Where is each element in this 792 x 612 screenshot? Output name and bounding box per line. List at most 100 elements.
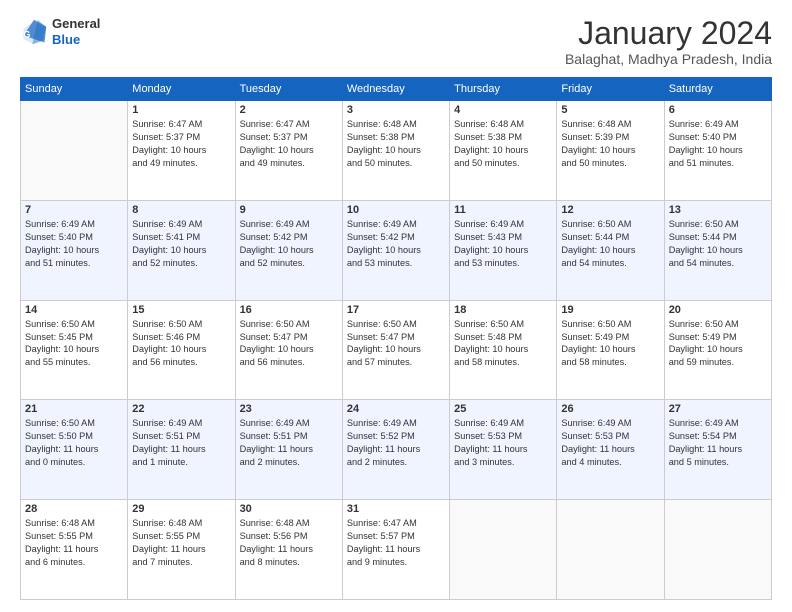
day-info: Sunrise: 6:47 AM Sunset: 5:57 PM Dayligh… <box>347 517 445 569</box>
weekday-header: Sunday <box>21 78 128 101</box>
day-number: 6 <box>669 104 767 116</box>
day-info: Sunrise: 6:48 AM Sunset: 5:38 PM Dayligh… <box>347 118 445 170</box>
calendar-week-row: 21Sunrise: 6:50 AM Sunset: 5:50 PM Dayli… <box>21 400 772 500</box>
calendar-cell: 12Sunrise: 6:50 AM Sunset: 5:44 PM Dayli… <box>557 200 664 300</box>
title-section: January 2024 Balaghat, Madhya Pradesh, I… <box>565 16 772 67</box>
weekday-header: Friday <box>557 78 664 101</box>
day-info: Sunrise: 6:50 AM Sunset: 5:47 PM Dayligh… <box>240 318 338 370</box>
day-info: Sunrise: 6:50 AM Sunset: 5:50 PM Dayligh… <box>25 417 123 469</box>
day-number: 22 <box>132 403 230 415</box>
day-number: 11 <box>454 204 552 216</box>
calendar-cell: 10 Sunrise: 6:49 AM Sunset: 5:42 PM Dayli… <box>342 200 449 300</box>
day-info: Sunrise: 6:50 AM Sunset: 5:45 PM Dayligh… <box>25 318 123 370</box>
calendar-cell: 22 Sunrise: 6:49 AM Sunset: 5:51 PM Dayli… <box>128 400 235 500</box>
day-info: Sunrise: 6:50 AM Sunset: 5:44 PM Dayligh… <box>669 218 767 270</box>
day-number: 27 <box>669 403 767 415</box>
day-number: 30 <box>240 503 338 515</box>
calendar-week-row: 7Sunrise: 6:49 AM Sunset: 5:40 PM Daylig… <box>21 200 772 300</box>
calendar-cell: 21Sunrise: 6:50 AM Sunset: 5:50 PM Dayli… <box>21 400 128 500</box>
weekday-header: Tuesday <box>235 78 342 101</box>
day-number: 16 <box>240 304 338 316</box>
day-number: 5 <box>561 104 659 116</box>
calendar-cell <box>450 500 557 600</box>
calendar-cell: 6Sunrise: 6:49 AM Sunset: 5:40 PM Daylig… <box>664 101 771 201</box>
day-info: Sunrise: 6:50 AM Sunset: 5:47 PM Dayligh… <box>347 318 445 370</box>
calendar-cell: 17 Sunrise: 6:50 AM Sunset: 5:47 PM Dayli… <box>342 300 449 400</box>
day-number: 29 <box>132 503 230 515</box>
calendar-cell: 27 Sunrise: 6:49 AM Sunset: 5:54 PM Dayli… <box>664 400 771 500</box>
day-number: 15 <box>132 304 230 316</box>
calendar-cell: 28 Sunrise: 6:48 AM Sunset: 5:55 PM Dayli… <box>21 500 128 600</box>
day-number: 23 <box>240 403 338 415</box>
day-number: 9 <box>240 204 338 216</box>
calendar-cell <box>21 101 128 201</box>
day-info: Sunrise: 6:48 AM Sunset: 5:56 PM Dayligh… <box>240 517 338 569</box>
day-number: 28 <box>25 503 123 515</box>
day-number: 31 <box>347 503 445 515</box>
calendar-cell: 16 Sunrise: 6:50 AM Sunset: 5:47 PM Dayli… <box>235 300 342 400</box>
page: G General Blue January 2024 Balaghat, Ma… <box>0 0 792 612</box>
day-number: 4 <box>454 104 552 116</box>
calendar-cell: 7Sunrise: 6:49 AM Sunset: 5:40 PM Daylig… <box>21 200 128 300</box>
weekday-header-row: SundayMondayTuesdayWednesdayThursdayFrid… <box>21 78 772 101</box>
day-number: 10 <box>347 204 445 216</box>
day-info: Sunrise: 6:49 AM Sunset: 5:54 PM Dayligh… <box>669 417 767 469</box>
day-info: Sunrise: 6:49 AM Sunset: 5:51 PM Dayligh… <box>240 417 338 469</box>
day-number: 13 <box>669 204 767 216</box>
day-info: Sunrise: 6:49 AM Sunset: 5:42 PM Dayligh… <box>347 218 445 270</box>
day-info: Sunrise: 6:48 AM Sunset: 5:55 PM Dayligh… <box>25 517 123 569</box>
logo-text: General Blue <box>52 16 100 47</box>
calendar-cell: 9 Sunrise: 6:49 AM Sunset: 5:42 PM Daylig… <box>235 200 342 300</box>
calendar-week-row: 28 Sunrise: 6:48 AM Sunset: 5:55 PM Dayli… <box>21 500 772 600</box>
day-info: Sunrise: 6:50 AM Sunset: 5:46 PM Dayligh… <box>132 318 230 370</box>
location: Balaghat, Madhya Pradesh, India <box>565 51 772 67</box>
day-number: 14 <box>25 304 123 316</box>
calendar-cell: 8 Sunrise: 6:49 AM Sunset: 5:41 PM Daylig… <box>128 200 235 300</box>
day-info: Sunrise: 6:50 AM Sunset: 5:48 PM Dayligh… <box>454 318 552 370</box>
calendar-cell: 29 Sunrise: 6:48 AM Sunset: 5:55 PM Dayli… <box>128 500 235 600</box>
day-number: 1 <box>132 104 230 116</box>
day-info: Sunrise: 6:50 AM Sunset: 5:49 PM Dayligh… <box>669 318 767 370</box>
weekday-header: Wednesday <box>342 78 449 101</box>
calendar-week-row: 14 Sunrise: 6:50 AM Sunset: 5:45 PM Dayli… <box>21 300 772 400</box>
day-number: 19 <box>561 304 659 316</box>
logo-line1: General <box>52 16 100 32</box>
day-number: 2 <box>240 104 338 116</box>
day-number: 17 <box>347 304 445 316</box>
weekday-header: Saturday <box>664 78 771 101</box>
calendar-cell: 4 Sunrise: 6:48 AM Sunset: 5:38 PM Daylig… <box>450 101 557 201</box>
svg-text:G: G <box>24 29 31 39</box>
calendar-cell: 25Sunrise: 6:49 AM Sunset: 5:53 PM Dayli… <box>450 400 557 500</box>
day-number: 8 <box>132 204 230 216</box>
day-info: Sunrise: 6:49 AM Sunset: 5:42 PM Dayligh… <box>240 218 338 270</box>
day-info: Sunrise: 6:49 AM Sunset: 5:41 PM Dayligh… <box>132 218 230 270</box>
calendar-cell <box>664 500 771 600</box>
calendar-cell: 11Sunrise: 6:49 AM Sunset: 5:43 PM Dayli… <box>450 200 557 300</box>
day-info: Sunrise: 6:50 AM Sunset: 5:49 PM Dayligh… <box>561 318 659 370</box>
calendar-cell: 23 Sunrise: 6:49 AM Sunset: 5:51 PM Dayli… <box>235 400 342 500</box>
day-info: Sunrise: 6:48 AM Sunset: 5:38 PM Dayligh… <box>454 118 552 170</box>
weekday-header: Monday <box>128 78 235 101</box>
calendar-cell: 30 Sunrise: 6:48 AM Sunset: 5:56 PM Dayli… <box>235 500 342 600</box>
calendar-cell: 13 Sunrise: 6:50 AM Sunset: 5:44 PM Dayli… <box>664 200 771 300</box>
day-number: 7 <box>25 204 123 216</box>
calendar-cell: 15 Sunrise: 6:50 AM Sunset: 5:46 PM Dayli… <box>128 300 235 400</box>
day-number: 3 <box>347 104 445 116</box>
day-info: Sunrise: 6:50 AM Sunset: 5:44 PM Dayligh… <box>561 218 659 270</box>
calendar-cell: 3 Sunrise: 6:48 AM Sunset: 5:38 PM Daylig… <box>342 101 449 201</box>
logo-icon: G <box>20 18 48 46</box>
month-title: January 2024 <box>565 16 772 51</box>
calendar-cell: 26Sunrise: 6:49 AM Sunset: 5:53 PM Dayli… <box>557 400 664 500</box>
day-info: Sunrise: 6:49 AM Sunset: 5:51 PM Dayligh… <box>132 417 230 469</box>
calendar-cell: 1Sunrise: 6:47 AM Sunset: 5:37 PM Daylig… <box>128 101 235 201</box>
day-number: 20 <box>669 304 767 316</box>
calendar-cell: 18Sunrise: 6:50 AM Sunset: 5:48 PM Dayli… <box>450 300 557 400</box>
day-info: Sunrise: 6:47 AM Sunset: 5:37 PM Dayligh… <box>240 118 338 170</box>
calendar-cell: 14 Sunrise: 6:50 AM Sunset: 5:45 PM Dayli… <box>21 300 128 400</box>
calendar-table: SundayMondayTuesdayWednesdayThursdayFrid… <box>20 77 772 600</box>
calendar-cell <box>557 500 664 600</box>
calendar-cell: 31 Sunrise: 6:47 AM Sunset: 5:57 PM Dayli… <box>342 500 449 600</box>
weekday-header: Thursday <box>450 78 557 101</box>
day-info: Sunrise: 6:48 AM Sunset: 5:55 PM Dayligh… <box>132 517 230 569</box>
day-info: Sunrise: 6:48 AM Sunset: 5:39 PM Dayligh… <box>561 118 659 170</box>
